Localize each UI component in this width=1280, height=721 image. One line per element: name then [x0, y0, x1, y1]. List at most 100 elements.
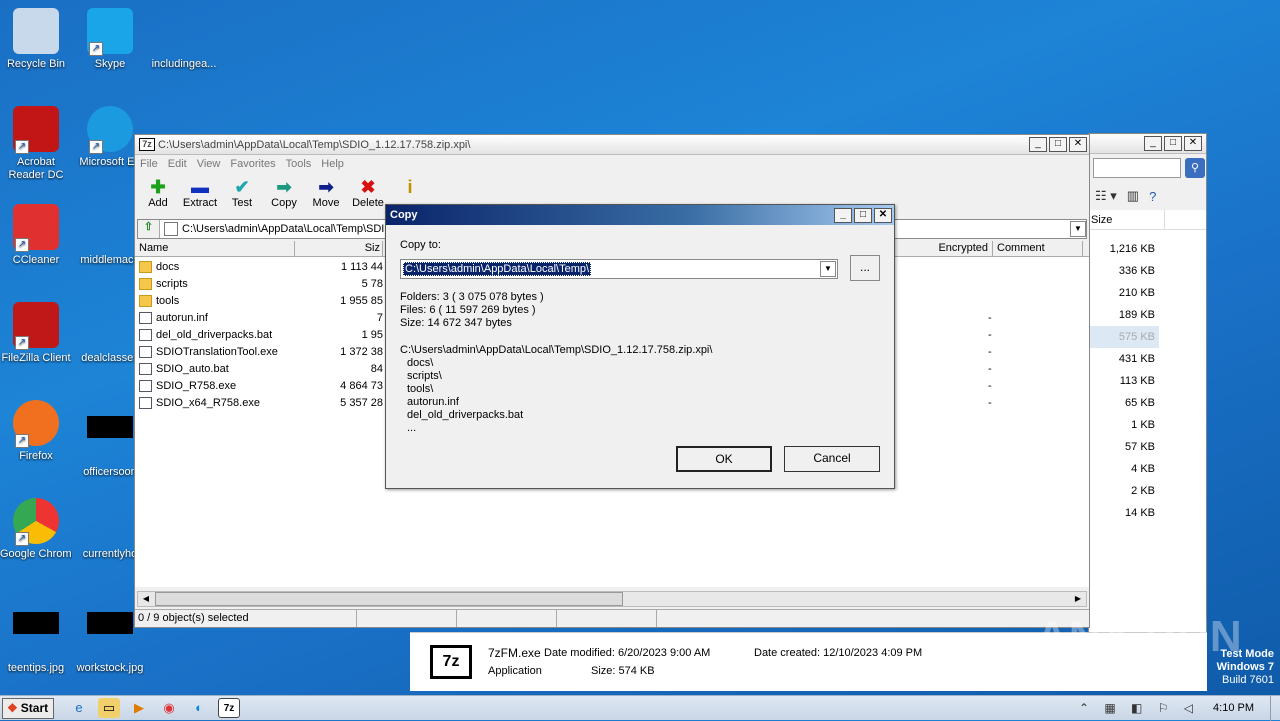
explorer-size-row[interactable]: 2 KB: [1089, 480, 1159, 502]
desktop-icon-teentips[interactable]: teentips.jpg: [0, 596, 72, 675]
move-button[interactable]: ➡ Move: [305, 173, 347, 217]
menu-file[interactable]: File: [140, 158, 158, 170]
desktop-icon-filezilla[interactable]: ↗ FileZilla Client: [0, 302, 72, 365]
toolbar-label: Copy: [271, 197, 297, 209]
explorer-icon[interactable]: ▭: [98, 698, 120, 718]
scroll-left-button[interactable]: ◀: [138, 592, 154, 606]
explorer-size-row[interactable]: 210 KB: [1089, 282, 1159, 304]
dialog-item: docs\: [407, 357, 434, 369]
extract-button[interactable]: ▬ Extract: [179, 173, 221, 217]
minimize-button[interactable]: _: [1144, 136, 1162, 151]
explorer-size-row[interactable]: 1,216 KB: [1089, 238, 1159, 260]
search-input[interactable]: [1093, 158, 1181, 178]
dialog-item: scripts\: [407, 370, 442, 382]
add-button[interactable]: ✚ Add: [137, 173, 179, 217]
explorer-size-value: 1 KB: [1131, 419, 1155, 431]
explorer-size-row[interactable]: 431 KB: [1089, 348, 1159, 370]
view-icon[interactable]: ☷ ▾: [1095, 188, 1117, 204]
explorer-size-value: 431 KB: [1118, 353, 1155, 365]
start-button[interactable]: ❖ Start: [2, 697, 54, 719]
copy-button[interactable]: ➡ Copy: [263, 173, 305, 217]
detail-size: Size: 574 KB: [591, 665, 655, 677]
explorer-size-row[interactable]: 57 KB: [1089, 436, 1159, 458]
name-column-header[interactable]: Name: [135, 241, 295, 256]
search-icon[interactable]: ⚲: [1185, 158, 1205, 178]
ok-button[interactable]: OK: [676, 446, 772, 472]
encrypted-column-header[interactable]: Encrypted: [893, 241, 993, 256]
desktop-icon-chrome[interactable]: ↗ Google Chrome: [0, 498, 72, 561]
desktop-icon-ccleaner[interactable]: ↗ CCleaner: [0, 204, 72, 267]
scroll-right-button[interactable]: ▶: [1070, 592, 1086, 606]
chrome-icon[interactable]: ◉: [158, 698, 180, 718]
up-folder-icon[interactable]: ⇧: [138, 220, 160, 238]
file-icon: [139, 379, 152, 392]
delete-button[interactable]: ✖ Delete: [347, 173, 389, 217]
explorer-size-row[interactable]: 1 KB: [1089, 414, 1159, 436]
menu-edit[interactable]: Edit: [168, 158, 187, 170]
dialog-minimize-button[interactable]: _: [834, 207, 852, 223]
ie-icon[interactable]: e: [68, 698, 90, 718]
copy-to-dropdown-button[interactable]: ▼: [820, 261, 836, 277]
close-button[interactable]: ✕: [1184, 136, 1202, 151]
address-dropdown[interactable]: ▼: [1070, 221, 1086, 237]
desktop-icon-includinge[interactable]: includingea...: [148, 8, 220, 71]
tray-icons[interactable]: ⌃ ▦ ◧ ⚐ ◁: [1079, 701, 1199, 715]
dialog-close-button[interactable]: ✕: [874, 207, 892, 223]
media-player-icon[interactable]: ▶: [128, 698, 150, 718]
explorer-size-value: 4 KB: [1131, 463, 1155, 475]
explorer-size-value: 210 KB: [1118, 287, 1155, 299]
shortcut-arrow-icon: ↗: [15, 140, 29, 154]
copy-dialog[interactable]: Copy _ □ ✕ Copy to: C:\Users\admin\AppDa…: [385, 204, 895, 489]
window-title: C:\Users\admin\AppData\Local\Temp\SDIO_1…: [158, 138, 471, 151]
edge-icon: ↗: [87, 106, 133, 154]
browse-button[interactable]: ...: [850, 255, 880, 281]
explorer-size-row[interactable]: 14 KB: [1089, 502, 1159, 524]
7zip-taskbar-icon[interactable]: 7z: [218, 698, 240, 718]
close-button[interactable]: ✕: [1069, 137, 1087, 152]
dialog-item: del_old_driverpacks.bat: [407, 409, 524, 421]
dialog-maximize-button[interactable]: □: [854, 207, 872, 223]
menu-favorites[interactable]: Favorites: [230, 158, 275, 170]
desktop-icon-skype[interactable]: ↗ Skype: [74, 8, 146, 71]
explorer-size-row[interactable]: 575 KB: [1089, 326, 1159, 348]
minimize-button[interactable]: _: [1029, 137, 1047, 152]
show-desktop-button[interactable]: [1270, 695, 1280, 721]
scroll-thumb[interactable]: [155, 592, 623, 606]
menu-tools[interactable]: Tools: [286, 158, 312, 170]
comment-column-header[interactable]: Comment: [993, 241, 1083, 256]
cancel-button[interactable]: Cancel: [784, 446, 880, 472]
preview-pane-icon[interactable]: ▥: [1127, 188, 1139, 204]
menu-view[interactable]: View: [197, 158, 221, 170]
edge-icon[interactable]: ◐: [188, 698, 210, 718]
explorer-size-row[interactable]: 336 KB: [1089, 260, 1159, 282]
maximize-button[interactable]: □: [1164, 136, 1182, 151]
windows-logo-icon: ❖: [7, 701, 18, 715]
explorer-size-row[interactable]: 113 KB: [1089, 370, 1159, 392]
file-size: 1 955 85: [340, 294, 383, 307]
help-icon[interactable]: ?: [1149, 189, 1156, 204]
copy-to-combobox[interactable]: C:\Users\admin\AppData\Local\Temp\ ▼: [400, 259, 838, 279]
7zip-file-icon: 7z: [430, 645, 472, 679]
toolbar-label: Delete: [352, 197, 384, 209]
desktop-icon-acrobat[interactable]: ↗ Acrobat Reader DC: [0, 106, 72, 182]
start-label: Start: [20, 701, 49, 715]
menu-help[interactable]: Help: [321, 158, 344, 170]
ccleaner-icon: ↗: [13, 204, 59, 252]
file-name: tools: [156, 294, 180, 307]
desktop-icon-label: teentips.jpg: [7, 662, 65, 674]
desktop-icon-firefox[interactable]: ↗ Firefox: [0, 400, 72, 463]
explorer-size-row[interactable]: 4 KB: [1089, 458, 1159, 480]
copy-to-path[interactable]: C:\Users\admin\AppData\Local\Temp\: [403, 262, 592, 276]
desktop-icon-recycle-bin[interactable]: Recycle Bin: [0, 8, 72, 71]
horizontal-scrollbar[interactable]: ◀ ▶: [137, 591, 1087, 607]
explorer-size-row[interactable]: 65 KB: [1089, 392, 1159, 414]
size-column-header[interactable]: Size: [1089, 210, 1165, 229]
size-column-header[interactable]: Siz: [295, 241, 383, 256]
file-name: SDIOTranslationTool.exe: [156, 345, 278, 358]
explorer-size-row[interactable]: 189 KB: [1089, 304, 1159, 326]
maximize-button[interactable]: □: [1049, 137, 1067, 152]
explorer-window[interactable]: _ □ ✕ ⚲ ☷ ▾ ▥ ? Size 1,216 KB 336 KB 210 K…: [1088, 133, 1207, 691]
clock[interactable]: 4:10 PM: [1213, 702, 1254, 714]
test-button[interactable]: ✔ Test: [221, 173, 263, 217]
explorer-size-value: 57 KB: [1125, 441, 1155, 453]
